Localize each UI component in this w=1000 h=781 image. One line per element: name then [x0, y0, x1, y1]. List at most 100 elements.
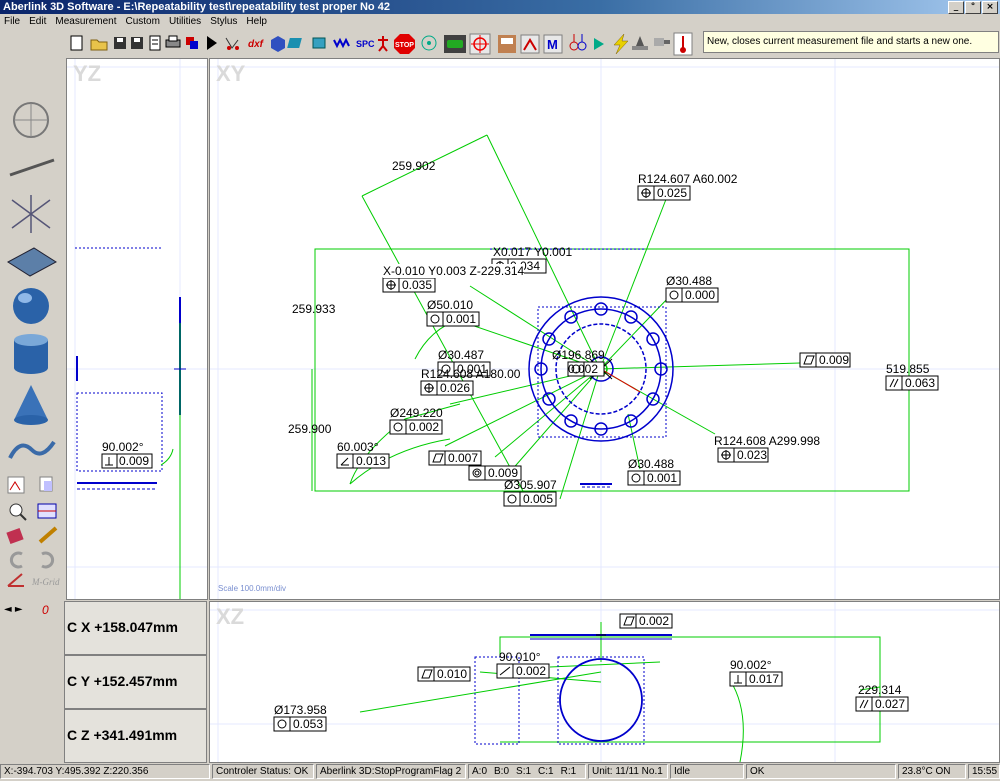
- xy-tol-0-002-a: 0.002: [409, 420, 440, 434]
- fixture-icon[interactable]: [632, 36, 648, 50]
- xz-angle-90-010: 90.010°: [499, 650, 541, 664]
- title-bar[interactable]: Aberlink 3D Software - E:\Repeatability …: [0, 0, 1000, 14]
- probe-icon[interactable]: [312, 37, 326, 49]
- xy-view[interactable]: XY Scale 100.0mm/div 259.902 R124.607 A6…: [209, 58, 1000, 600]
- run-program-icon[interactable]: [207, 36, 217, 50]
- readout-z: C Z +341.491mm: [64, 709, 207, 763]
- xz-view-label: XZ: [216, 604, 245, 629]
- lightning-icon[interactable]: [613, 33, 629, 55]
- view-nav-arrows[interactable]: ◄ ►: [4, 604, 23, 615]
- xy-tol-0-001-a: 0.001: [446, 312, 477, 326]
- mgrid-label[interactable]: M-Grid: [32, 577, 60, 587]
- xz-dim-229-314: 229.314: [858, 683, 902, 697]
- spc-icon[interactable]: SPC: [356, 39, 375, 49]
- macro-icon[interactable]: M: [543, 34, 563, 54]
- dxf-icon[interactable]: dxf: [248, 39, 265, 50]
- xy-tol-0-007: 0.007: [448, 451, 479, 465]
- xy-tol-0-063: 0.063: [905, 376, 936, 390]
- minimize-button[interactable]: _: [948, 1, 964, 14]
- print-icon[interactable]: [165, 35, 181, 48]
- point-feature-icon[interactable]: [11, 195, 51, 233]
- feature-scan-icon[interactable]: [225, 37, 239, 50]
- redo-icon[interactable]: [41, 551, 55, 569]
- layout-icon[interactable]: [37, 503, 57, 519]
- readout-x: C X +158.047mm: [64, 601, 207, 655]
- xy-dia-30-487: Ø30.487: [438, 348, 485, 362]
- menu-measurement[interactable]: Measurement: [55, 14, 116, 29]
- xy-position-xy: X0.017 Y0.001: [493, 245, 573, 259]
- close-button[interactable]: ×: [982, 1, 998, 14]
- line-feature-icon[interactable]: [9, 158, 55, 177]
- menu-file[interactable]: File: [4, 14, 20, 29]
- xy-dia-50-010: Ø50.010: [427, 298, 474, 312]
- xy-tol-0-001-c: 0.001: [647, 471, 678, 485]
- xz-view[interactable]: XZ 0.002 90.010° 0.002 0.010 90.002° 0.0…: [209, 601, 1000, 763]
- temperature-icon[interactable]: [594, 38, 604, 50]
- stop-icon[interactable]: STOP: [394, 34, 415, 54]
- view-copy-icon[interactable]: [39, 476, 53, 492]
- open-folder-icon[interactable]: [90, 39, 108, 51]
- align-icon[interactable]: [520, 34, 540, 54]
- measure-angle-icon[interactable]: [7, 573, 24, 587]
- rotary-icon[interactable]: [421, 35, 437, 51]
- cad-icon[interactable]: [271, 36, 285, 52]
- import-icon[interactable]: [186, 37, 198, 49]
- xy-angle-60: 60.003°: [337, 440, 379, 454]
- menu-stylus[interactable]: Stylus: [210, 14, 237, 29]
- points-icon[interactable]: [287, 38, 302, 48]
- readout-z-value: C Z +341.491mm: [67, 727, 178, 743]
- status-ok: OK: [746, 764, 896, 779]
- plane-feature-icon[interactable]: [7, 247, 57, 277]
- yz-tolerance: 0.009: [119, 454, 150, 468]
- save-as-icon[interactable]: [131, 37, 143, 49]
- xy-dia-30-488-bottom: Ø30.488: [628, 457, 675, 471]
- zoom-in-icon[interactable]: [9, 503, 27, 521]
- window-controls: _ ° ×: [948, 1, 998, 14]
- yz-grid: [67, 59, 207, 599]
- new-file-icon[interactable]: [70, 35, 83, 51]
- xy-dim-259-902: 259.902: [392, 159, 436, 173]
- xy-radius-60: R124.607 A60.002: [638, 172, 738, 186]
- menu-help[interactable]: Help: [246, 14, 267, 29]
- view-zoom-icon[interactable]: [7, 476, 25, 494]
- readout-y: C Y +152.457mm: [64, 655, 207, 709]
- car-icon[interactable]: [444, 35, 466, 53]
- save-icon[interactable]: [114, 37, 126, 49]
- yz-view-label: YZ: [73, 61, 102, 86]
- cone-feature-icon[interactable]: [14, 385, 48, 425]
- status-idle: Idle: [670, 764, 744, 779]
- stylus-change-icon[interactable]: [569, 34, 587, 51]
- xz-tol-0-002-top: 0.002: [639, 614, 670, 628]
- datum-crosshair-icon[interactable]: [469, 33, 491, 55]
- circle-feature-icon[interactable]: [13, 102, 49, 138]
- status-unit: Unit: 11/11 No.1: [588, 764, 668, 779]
- status-bar: X:-394.703 Y:495.392 Z:220.356 Controler…: [0, 763, 1000, 781]
- xy-radius-300: R124.608 A299.998: [714, 434, 821, 448]
- menu-edit[interactable]: Edit: [29, 14, 46, 29]
- teach-icon[interactable]: [378, 36, 388, 52]
- xz-tol-0-010: 0.010: [437, 667, 468, 681]
- restore-button[interactable]: °: [965, 1, 981, 14]
- xy-dia-30-488-top: Ø30.488: [666, 274, 713, 288]
- pencil-icon[interactable]: [38, 526, 58, 544]
- undo-icon[interactable]: [9, 551, 23, 569]
- eraser-icon[interactable]: [6, 527, 24, 545]
- xy-dim-259-900: 259.900: [288, 422, 332, 436]
- thermometer-icon[interactable]: [673, 32, 693, 56]
- xy-tol-0-026: 0.026: [440, 381, 471, 395]
- report-icon[interactable]: [149, 35, 161, 51]
- view-nav-row: ◄ ► 0: [0, 600, 64, 622]
- wave-icon[interactable]: [333, 37, 350, 49]
- sphere-feature-icon[interactable]: [13, 288, 49, 324]
- cylinder-feature-icon[interactable]: [14, 334, 48, 374]
- yz-angle-label: 90.002°: [102, 440, 144, 454]
- yz-view[interactable]: YZ 90.002° 0.009: [66, 58, 208, 600]
- probe-head-icon[interactable]: [654, 38, 670, 46]
- xy-dia-196-869: Ø196.869: [552, 348, 605, 362]
- status-controller: Controler Status: OK: [212, 764, 314, 779]
- menu-custom[interactable]: Custom: [126, 14, 160, 29]
- database-icon[interactable]: [498, 35, 516, 53]
- menu-utilities[interactable]: Utilities: [169, 14, 201, 29]
- xz-angle-90-002: 90.002°: [730, 658, 772, 672]
- curve-feature-icon[interactable]: [8, 440, 56, 459]
